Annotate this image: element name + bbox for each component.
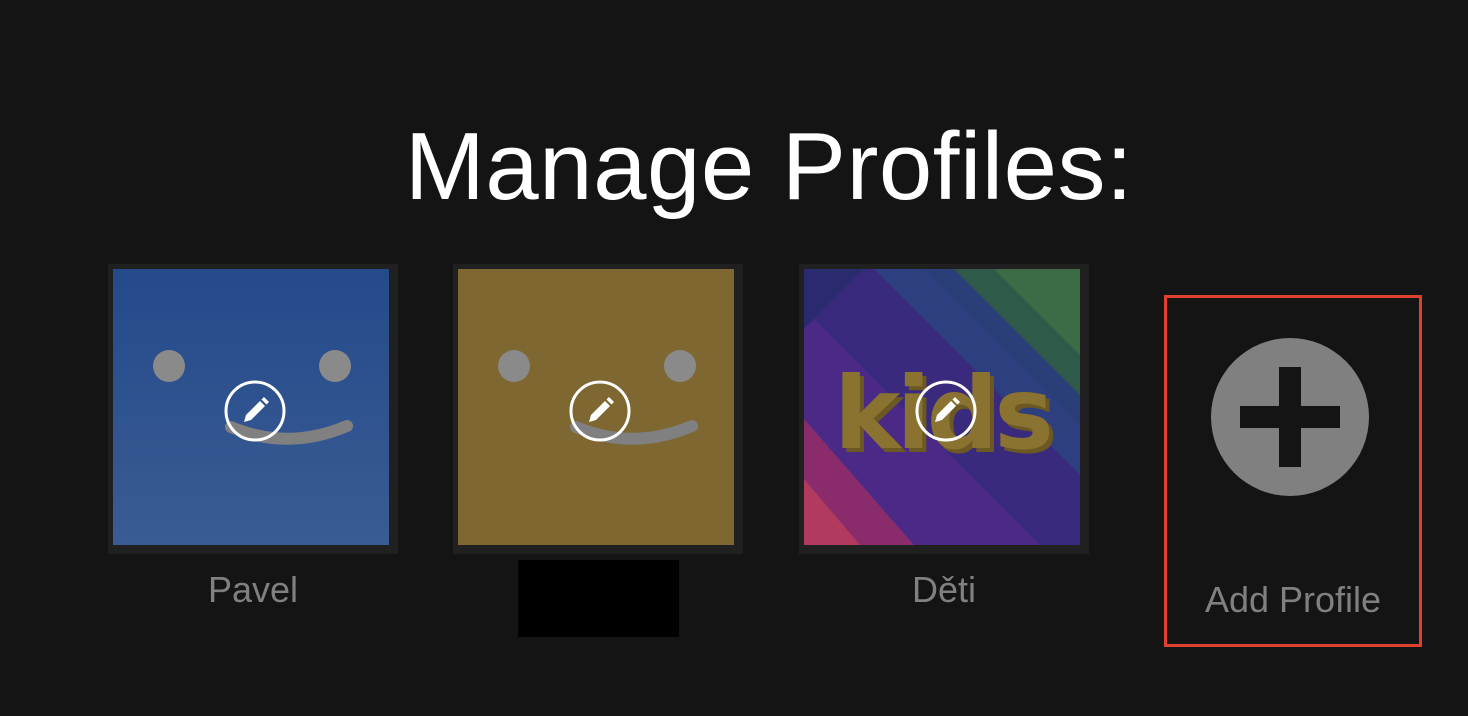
pencil-icon[interactable] [569, 380, 631, 442]
avatar-frame[interactable] [453, 264, 743, 554]
add-profile-label: Add Profile [1204, 579, 1382, 620]
avatar[interactable] [113, 269, 389, 545]
profile-card-deti[interactable]: kids kids Děti [799, 264, 1089, 610]
profile-card-2[interactable] [453, 264, 743, 554]
redacted-profile-name [518, 560, 679, 637]
profile-name: Děti [911, 569, 977, 610]
avatar[interactable] [458, 269, 734, 545]
add-profile-button[interactable]: Add Profile [1164, 295, 1422, 647]
profile-name: Pavel [207, 569, 299, 610]
page-title: Manage Profiles: [404, 113, 1134, 220]
profile-card-pavel[interactable]: Pavel [108, 264, 398, 610]
pencil-icon[interactable] [915, 380, 977, 442]
pencil-icon[interactable] [224, 380, 286, 442]
manage-profiles-screen: Manage Profiles: Pavel kids kids Děti Ad… [0, 0, 1468, 716]
avatar-frame[interactable]: kids kids [799, 264, 1089, 554]
avatar-frame[interactable] [108, 264, 398, 554]
avatar[interactable]: kids kids [804, 269, 1080, 545]
plus-circle-icon[interactable] [1211, 338, 1369, 496]
